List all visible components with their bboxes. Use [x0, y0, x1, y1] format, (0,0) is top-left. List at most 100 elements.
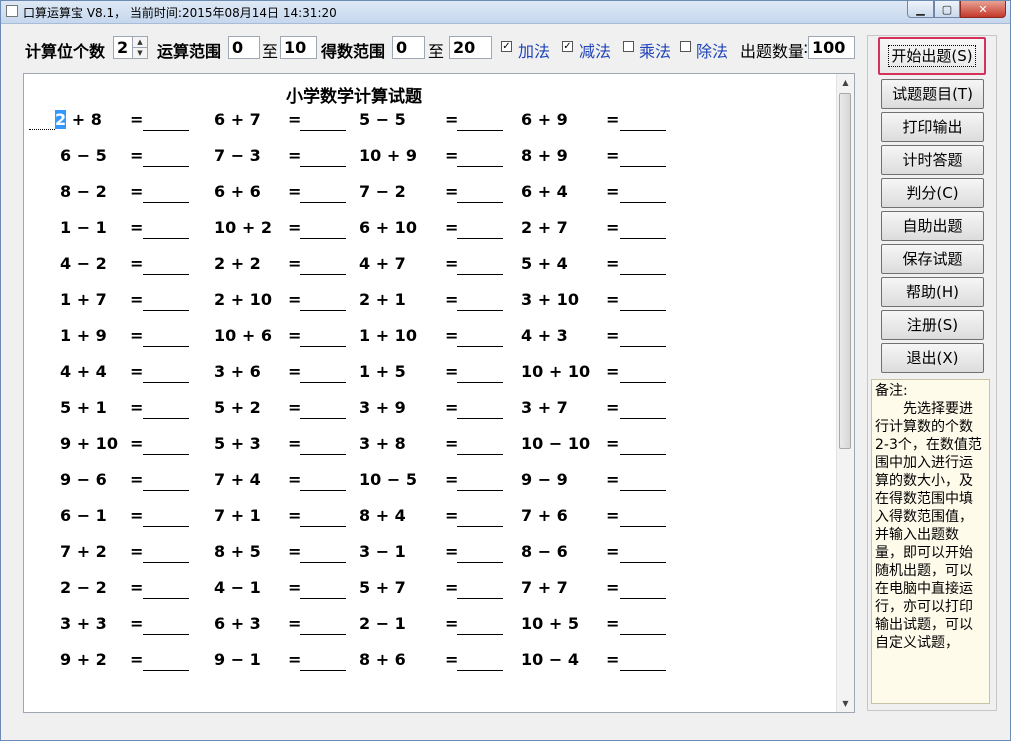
- answer-blank[interactable]: [143, 112, 189, 131]
- answer-blank[interactable]: [457, 148, 503, 167]
- save-questions-button[interactable]: 保存试题: [881, 244, 984, 274]
- answer-blank[interactable]: [143, 220, 189, 239]
- divide-checkbox[interactable]: [680, 41, 691, 52]
- answer-blank[interactable]: [143, 256, 189, 275]
- custom-questions-button[interactable]: 自助出题: [881, 211, 984, 241]
- print-button[interactable]: 打印输出: [881, 112, 984, 142]
- answer-blank[interactable]: [620, 544, 666, 563]
- subtract-label[interactable]: 减法: [579, 38, 611, 62]
- answer-blank[interactable]: [143, 292, 189, 311]
- scroll-up-icon[interactable]: ▲: [837, 74, 854, 91]
- answer-blank[interactable]: [620, 580, 666, 599]
- answer-blank[interactable]: [457, 184, 503, 203]
- answer-blank[interactable]: [143, 400, 189, 419]
- answer-blank[interactable]: [457, 328, 503, 347]
- result-from-input[interactable]: 0: [392, 36, 425, 59]
- answer-blank[interactable]: [457, 436, 503, 455]
- answer-blank[interactable]: [143, 148, 189, 167]
- answer-blank[interactable]: [457, 292, 503, 311]
- answer-blank[interactable]: [300, 472, 346, 491]
- answer-blank[interactable]: [457, 580, 503, 599]
- digits-input[interactable]: 2: [113, 36, 133, 59]
- count-input[interactable]: 100: [808, 36, 855, 59]
- answer-blank[interactable]: [300, 220, 346, 239]
- digits-spinner[interactable]: ▲ ▼: [132, 36, 148, 59]
- question-list-button[interactable]: 试题题目(T): [881, 79, 984, 109]
- spin-up-icon[interactable]: ▲: [133, 37, 147, 48]
- answer-blank[interactable]: [300, 364, 346, 383]
- answer-blank[interactable]: [300, 652, 346, 671]
- answer-blank[interactable]: [620, 616, 666, 635]
- answer-blank[interactable]: [620, 220, 666, 239]
- answer-blank[interactable]: [143, 436, 189, 455]
- answer-blank[interactable]: [457, 220, 503, 239]
- answer-blank[interactable]: [620, 112, 666, 131]
- answer-blank[interactable]: [143, 652, 189, 671]
- answer-blank[interactable]: [620, 184, 666, 203]
- scroll-thumb[interactable]: [839, 93, 851, 449]
- range-to-input[interactable]: 10: [280, 36, 317, 59]
- add-label[interactable]: 加法: [518, 38, 550, 62]
- answer-blank[interactable]: [457, 400, 503, 419]
- answer-blank[interactable]: [457, 112, 503, 131]
- selected-text[interactable]: 2: [55, 110, 67, 129]
- answer-blank[interactable]: [620, 292, 666, 311]
- answer-blank[interactable]: [143, 184, 189, 203]
- answer-blank[interactable]: [143, 544, 189, 563]
- answer-blank[interactable]: [620, 364, 666, 383]
- answer-blank[interactable]: [457, 616, 503, 635]
- question-paper[interactable]: 小学数学计算试题 ▲ ▼ 2 + 8 = 6 + 7 = 5 − 5 = 6 + 9 = 6 −…: [23, 73, 855, 713]
- answer-blank[interactable]: [620, 256, 666, 275]
- answer-blank[interactable]: [300, 436, 346, 455]
- answer-blank[interactable]: [143, 472, 189, 491]
- exit-button[interactable]: 退出(X): [881, 343, 984, 373]
- answer-blank[interactable]: [300, 148, 346, 167]
- answer-blank[interactable]: [143, 580, 189, 599]
- title-bar[interactable]: 口算运算宝 V8.1， 当前时间:2015年08月14日 14:31:20 ▁ …: [1, 1, 1010, 24]
- spin-down-icon[interactable]: ▼: [133, 48, 147, 59]
- answer-blank[interactable]: [457, 652, 503, 671]
- register-button[interactable]: 注册(S): [881, 310, 984, 340]
- answer-blank[interactable]: [457, 508, 503, 527]
- answer-blank[interactable]: [620, 328, 666, 347]
- help-button[interactable]: 帮助(H): [881, 277, 984, 307]
- answer-blank[interactable]: [143, 328, 189, 347]
- answer-blank[interactable]: [620, 400, 666, 419]
- answer-blank[interactable]: [300, 508, 346, 527]
- answer-blank[interactable]: [300, 580, 346, 599]
- minimize-button[interactable]: ▁: [907, 1, 934, 18]
- answer-blank[interactable]: [300, 616, 346, 635]
- answer-blank[interactable]: [620, 508, 666, 527]
- answer-blank[interactable]: [620, 652, 666, 671]
- answer-blank[interactable]: [143, 364, 189, 383]
- scroll-down-icon[interactable]: ▼: [837, 695, 854, 712]
- answer-blank[interactable]: [457, 472, 503, 491]
- timed-answer-button[interactable]: 计时答题: [881, 145, 984, 175]
- answer-blank[interactable]: [457, 256, 503, 275]
- answer-blank[interactable]: [457, 544, 503, 563]
- answer-blank[interactable]: [143, 616, 189, 635]
- start-questions-button[interactable]: 开始出题(S): [878, 37, 986, 75]
- answer-blank[interactable]: [300, 544, 346, 563]
- answer-blank[interactable]: [457, 364, 503, 383]
- answer-blank[interactable]: [300, 328, 346, 347]
- answer-blank[interactable]: [300, 184, 346, 203]
- multiply-checkbox[interactable]: [623, 41, 634, 52]
- subtract-checkbox[interactable]: ✓: [562, 41, 573, 52]
- answer-blank[interactable]: [620, 472, 666, 491]
- answer-blank[interactable]: [620, 436, 666, 455]
- range-from-input[interactable]: 0: [228, 36, 260, 59]
- add-checkbox[interactable]: ✓: [501, 41, 512, 52]
- answer-blank[interactable]: [300, 256, 346, 275]
- score-button[interactable]: 判分(C): [881, 178, 984, 208]
- answer-blank[interactable]: [620, 148, 666, 167]
- answer-blank[interactable]: [300, 400, 346, 419]
- answer-blank[interactable]: [300, 292, 346, 311]
- answer-blank[interactable]: [300, 112, 346, 131]
- result-to-input[interactable]: 20: [449, 36, 492, 59]
- answer-blank[interactable]: [143, 508, 189, 527]
- multiply-label[interactable]: 乘法: [639, 38, 671, 62]
- vertical-scrollbar[interactable]: ▲ ▼: [836, 74, 854, 712]
- divide-label[interactable]: 除法: [696, 38, 728, 62]
- maximize-button[interactable]: ▢: [934, 1, 960, 18]
